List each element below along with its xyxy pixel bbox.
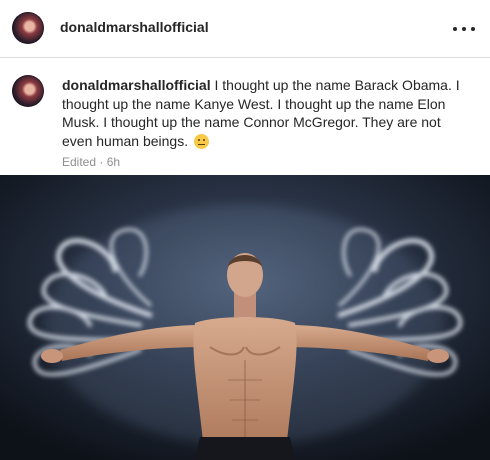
post-header: donaldmarshallofficial: [0, 0, 490, 58]
man-with-smoke-wings-image: [0, 175, 490, 460]
post-meta: Edited · 6h: [62, 155, 121, 169]
profile-avatar[interactable]: [12, 12, 44, 44]
neutral-face-icon: [193, 133, 209, 149]
caption-username[interactable]: donaldmarshallofficial: [62, 77, 211, 93]
post-caption: donaldmarshallofficial I thought up the …: [0, 58, 490, 175]
caption-avatar[interactable]: [12, 75, 44, 107]
caption-text: donaldmarshallofficial I thought up the …: [62, 76, 472, 150]
more-options-icon[interactable]: [453, 25, 475, 33]
post-image[interactable]: [0, 175, 490, 460]
header-username[interactable]: donaldmarshallofficial: [60, 19, 209, 35]
